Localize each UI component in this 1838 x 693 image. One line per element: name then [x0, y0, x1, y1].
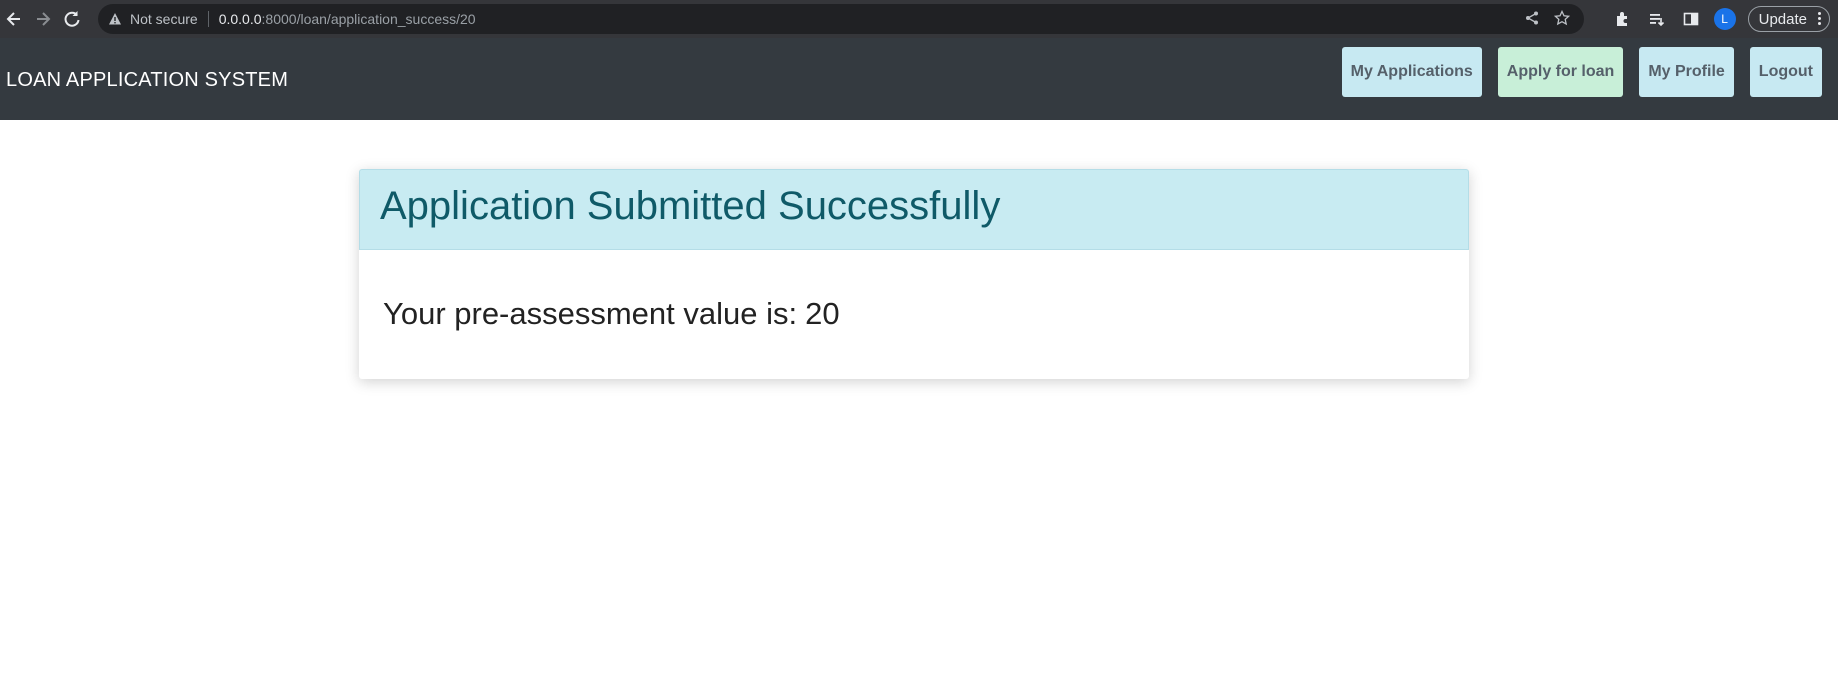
omnibox-divider	[207, 11, 209, 27]
my-profile-button[interactable]: My Profile	[1639, 47, 1734, 97]
brand-title[interactable]: LOAN APPLICATION SYSTEM	[6, 69, 288, 92]
forward-arrow-icon[interactable]	[29, 5, 57, 33]
browser-toolbar: Not secure 0.0.0.0:8000/loan/application…	[0, 0, 1838, 38]
assessment-result: Your pre-assessment value is: 20	[383, 296, 840, 332]
profile-avatar[interactable]: L	[1713, 8, 1736, 30]
update-button[interactable]: Update	[1747, 6, 1830, 32]
reload-icon[interactable]	[58, 5, 86, 33]
nav-buttons: My Applications Apply for loan My Profil…	[1341, 47, 1822, 97]
warning-icon	[108, 12, 122, 26]
my-applications-button[interactable]: My Applications	[1341, 47, 1482, 97]
logout-button[interactable]: Logout	[1749, 47, 1822, 97]
bookmark-star-icon[interactable]	[1553, 9, 1571, 29]
success-card: Application Submitted Successfully Your …	[359, 169, 1469, 379]
back-arrow-icon[interactable]	[0, 5, 28, 33]
card-header: Application Submitted Successfully	[359, 169, 1469, 250]
page-title: Application Submitted Successfully	[380, 184, 1001, 228]
reading-list-icon[interactable]	[1646, 8, 1668, 30]
extensions-puzzle-icon[interactable]	[1612, 8, 1634, 30]
assessment-label: Your pre-assessment value is:	[383, 296, 798, 331]
assessment-value: 20	[805, 296, 840, 331]
security-status[interactable]: Not secure	[130, 11, 198, 27]
app-navbar: LOAN APPLICATION SYSTEM My Applications …	[0, 38, 1838, 120]
more-menu-icon	[1818, 12, 1821, 25]
url-host: 0.0.0.0	[218, 11, 262, 27]
share-icon[interactable]	[1524, 10, 1540, 29]
address-bar[interactable]: Not secure 0.0.0.0:8000/loan/application…	[98, 4, 1584, 34]
update-label: Update	[1758, 10, 1807, 28]
url-path: :8000/loan/application_success/20	[261, 11, 476, 27]
side-panel-icon[interactable]	[1680, 8, 1702, 30]
apply-for-loan-button[interactable]: Apply for loan	[1497, 47, 1624, 97]
